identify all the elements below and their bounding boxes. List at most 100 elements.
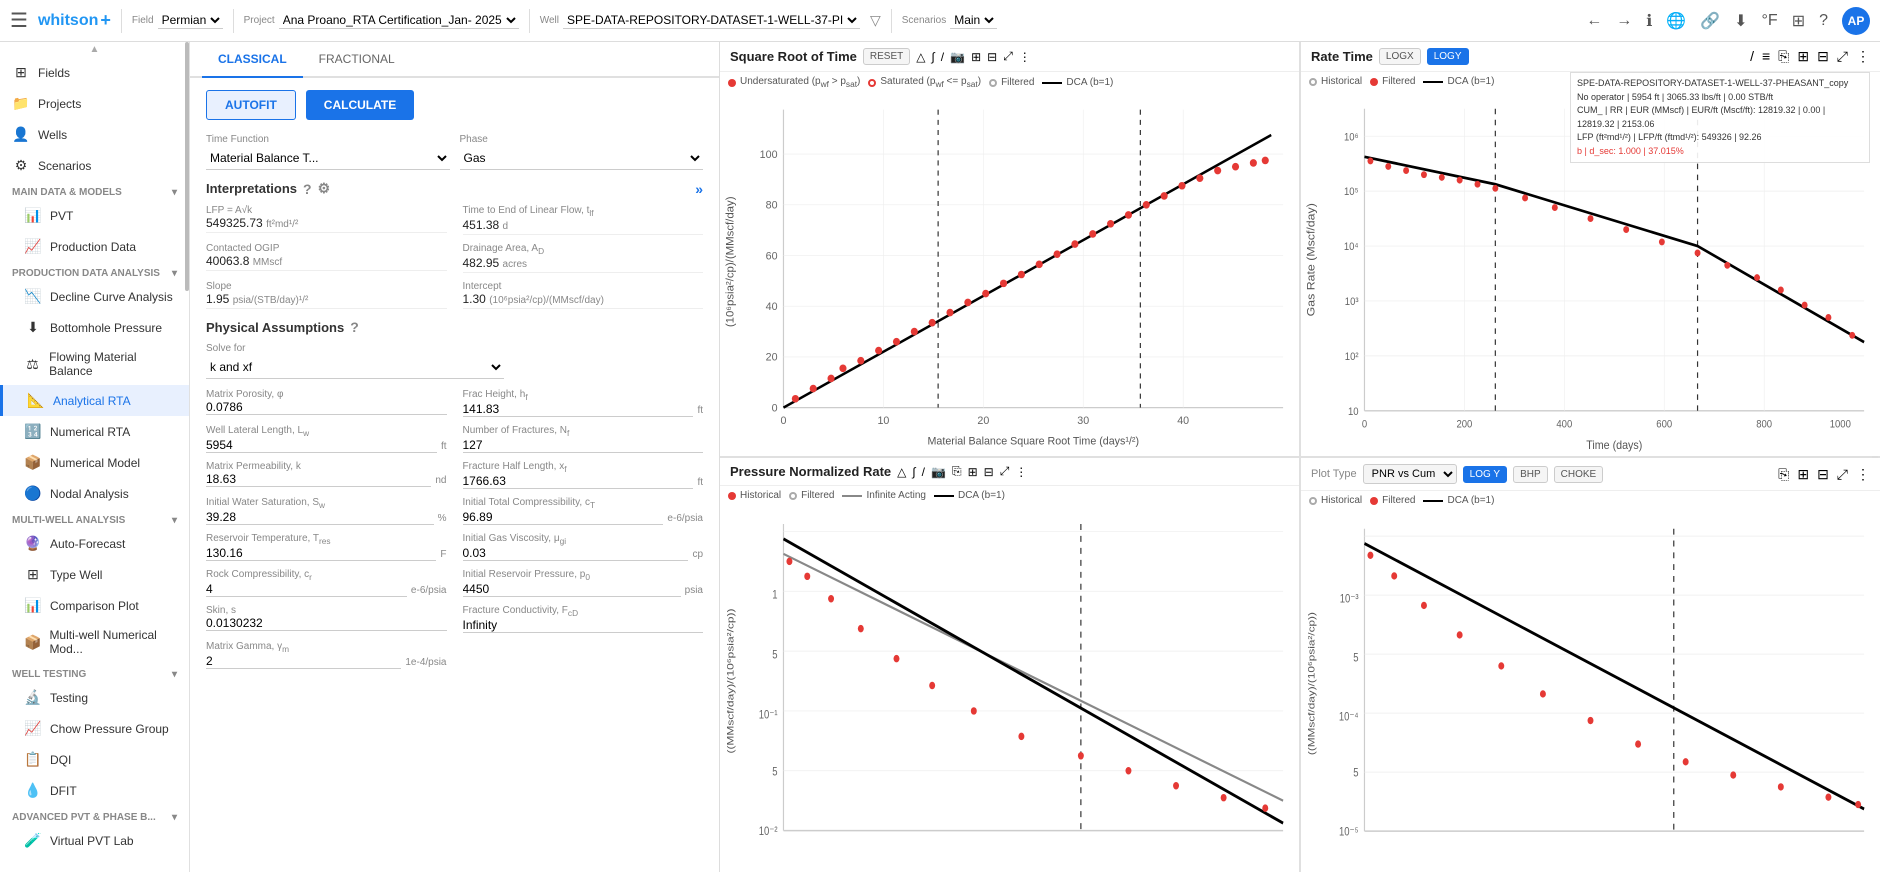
- param-matrix-gamma-input[interactable]: [206, 654, 401, 669]
- more-icon-pnr[interactable]: ⋮: [1015, 465, 1027, 479]
- param-init-pressure-input[interactable]: [463, 582, 681, 597]
- tab-fractional[interactable]: FRACTIONAL: [303, 42, 411, 78]
- download-icon[interactable]: ⬇: [1734, 11, 1747, 31]
- sidebar-item-virtual-pvt[interactable]: 🧪 Virtual PVT Lab: [0, 825, 189, 856]
- param-matrix-perm-input[interactable]: [206, 472, 431, 487]
- phase-select[interactable]: Gas: [460, 147, 704, 170]
- autofit-button[interactable]: AUTOFIT: [206, 90, 296, 120]
- param-res-temp-input[interactable]: [206, 546, 436, 561]
- more-icon-cum[interactable]: ⋮: [1856, 466, 1870, 483]
- param-lateral-length-input[interactable]: [206, 438, 437, 453]
- sidebar-item-comparison[interactable]: 📊 Comparison Plot: [0, 590, 189, 621]
- section-well-testing[interactable]: Well Testing ▾: [0, 663, 189, 682]
- time-function-select[interactable]: Material Balance T...: [206, 147, 450, 170]
- sidebar-item-projects[interactable]: 📁 Projects: [0, 88, 189, 119]
- sidebar-item-dfit[interactable]: 💧 DFIT: [0, 775, 189, 806]
- section-main-data[interactable]: Main Data & Models ▾: [0, 181, 189, 200]
- grid-icon[interactable]: ⊟: [987, 50, 997, 64]
- copy-icon-pnr[interactable]: ⎘: [952, 464, 962, 479]
- project-select[interactable]: Ana Proano_RTA Certification_Jan- 2025: [279, 12, 519, 29]
- param-rock-comp-input[interactable]: [206, 582, 407, 597]
- nav-forward-icon[interactable]: →: [1616, 12, 1632, 30]
- sidebar-item-dqi[interactable]: 📋 DQI: [0, 744, 189, 775]
- table2-icon-rate[interactable]: ⊞: [1797, 48, 1809, 65]
- bhp-button-cum[interactable]: BHP: [1513, 466, 1548, 483]
- grid2-icon-rate[interactable]: ⊟: [1817, 48, 1829, 65]
- expand-icon-sqr[interactable]: ⤢: [1003, 49, 1013, 64]
- sidebar-item-bottomhole[interactable]: ⬇ Bottomhole Pressure: [0, 312, 189, 343]
- triangle-icon-pnr[interactable]: △: [897, 465, 906, 479]
- param-frac-height-input[interactable]: [463, 402, 694, 417]
- log-y-button-cum[interactable]: LOG Y: [1463, 466, 1507, 483]
- table-icon[interactable]: ⊞: [971, 50, 981, 64]
- legend-icon-rate[interactable]: ≡: [1762, 48, 1770, 65]
- plot-type-select[interactable]: PNR vs Cum: [1363, 464, 1457, 484]
- slash-icon-pnr[interactable]: /: [922, 465, 925, 479]
- sidebar-item-chow[interactable]: 📈 Chow Pressure Group: [0, 713, 189, 744]
- param-frac-cond-input[interactable]: [463, 618, 704, 633]
- sidebar-item-analytical-rta[interactable]: 📐 Analytical RTA: [0, 385, 189, 416]
- more2-icon-rate[interactable]: ⋮: [1856, 48, 1870, 65]
- expand-icon-pnr[interactable]: ⤢: [1000, 464, 1010, 479]
- logx-button[interactable]: LOGX: [1379, 48, 1421, 65]
- sidebar-item-fields[interactable]: ⊞ Fields: [0, 57, 189, 88]
- table-icon-cum[interactable]: ⊞: [1797, 466, 1809, 483]
- param-porosity-input[interactable]: [206, 400, 447, 415]
- sidebar-item-multi-numerical[interactable]: 📦 Multi-well Numerical Mod...: [0, 621, 189, 663]
- choke-button-cum[interactable]: CHOKE: [1554, 466, 1604, 483]
- sidebar-item-scenarios[interactable]: ⚙ Scenarios: [0, 150, 189, 181]
- interpretations-expand-icon[interactable]: »: [695, 181, 703, 197]
- camera-icon-pnr[interactable]: 📷: [931, 465, 946, 479]
- globe-icon[interactable]: 🌐: [1666, 11, 1686, 31]
- param-num-fractures-input[interactable]: [463, 438, 704, 453]
- scenarios-select[interactable]: Main: [950, 12, 997, 29]
- link-icon[interactable]: 🔗: [1700, 11, 1720, 31]
- physical-help-icon[interactable]: ?: [350, 319, 359, 335]
- section-multi-well[interactable]: Multi-Well Analysis ▾: [0, 509, 189, 528]
- interpretations-settings-icon[interactable]: ⚙: [318, 180, 331, 197]
- sidebar-item-numerical-model[interactable]: 📦 Numerical Model: [0, 447, 189, 478]
- filter-icon[interactable]: ▽: [870, 12, 881, 29]
- sidebar-item-wells[interactable]: 👤 Wells: [0, 119, 189, 150]
- solve-for-select[interactable]: k and xf: [206, 356, 504, 379]
- param-water-sat-input[interactable]: [206, 510, 434, 525]
- section-advanced-pvt[interactable]: Advanced PVT & Phase B... ▾: [0, 806, 189, 825]
- copy-icon-rate[interactable]: ⎘: [1778, 48, 1789, 65]
- param-total-comp-input[interactable]: [463, 510, 664, 525]
- sidebar-item-fmb[interactable]: ⚖ Flowing Material Balance: [0, 343, 189, 385]
- sidebar-item-dca[interactable]: 📉 Decline Curve Analysis: [0, 281, 189, 312]
- app-settings-icon[interactable]: ⊞: [1792, 11, 1805, 31]
- info-icon[interactable]: ℹ: [1646, 11, 1652, 31]
- edit-icon-rate[interactable]: /: [1750, 48, 1754, 65]
- expand2-icon-rate[interactable]: ⤢: [1837, 48, 1848, 65]
- temp-unit-icon[interactable]: °F: [1762, 12, 1778, 30]
- sidebar-item-testing[interactable]: 🔬 Testing: [0, 682, 189, 713]
- tab-classical[interactable]: CLASSICAL: [202, 42, 303, 78]
- integral-icon-pnr[interactable]: ∫: [912, 465, 915, 479]
- camera-icon[interactable]: 📷: [950, 50, 965, 64]
- nav-back-icon[interactable]: ←: [1586, 12, 1602, 30]
- sidebar-item-auto-forecast[interactable]: 🔮 Auto-Forecast: [0, 528, 189, 559]
- reset-button[interactable]: RESET: [863, 48, 910, 65]
- integral-icon[interactable]: ∫: [931, 50, 934, 64]
- param-frac-half-input[interactable]: [463, 474, 694, 489]
- hamburger-icon[interactable]: ☰: [10, 8, 28, 33]
- param-gas-visc-input[interactable]: [463, 546, 689, 561]
- help-icon[interactable]: ?: [1819, 12, 1828, 30]
- triangle-icon[interactable]: △: [916, 50, 925, 64]
- field-select[interactable]: Permian: [158, 12, 223, 29]
- table-icon-pnr[interactable]: ⊞: [968, 465, 978, 479]
- grid-icon-pnr[interactable]: ⊟: [984, 465, 994, 479]
- sidebar-item-pvt[interactable]: 📊 PVT: [0, 200, 189, 231]
- logy-button[interactable]: LOGY: [1427, 48, 1469, 65]
- more-icon-sqr[interactable]: ⋮: [1019, 50, 1031, 64]
- sidebar-item-numerical-rta[interactable]: 🔢 Numerical RTA: [0, 416, 189, 447]
- grid-icon-cum[interactable]: ⊟: [1817, 466, 1829, 483]
- sidebar-item-nodal[interactable]: 🔵 Nodal Analysis: [0, 478, 189, 509]
- expand-icon-cum[interactable]: ⤢: [1837, 466, 1848, 483]
- interpretations-help-icon[interactable]: ?: [303, 181, 312, 197]
- calculate-button[interactable]: CALCULATE: [306, 90, 414, 120]
- copy-icon-cum[interactable]: ⎘: [1778, 466, 1789, 483]
- sidebar-item-type-well[interactable]: ⊞ Type Well: [0, 559, 189, 590]
- sidebar-item-production-data[interactable]: 📈 Production Data: [0, 231, 189, 262]
